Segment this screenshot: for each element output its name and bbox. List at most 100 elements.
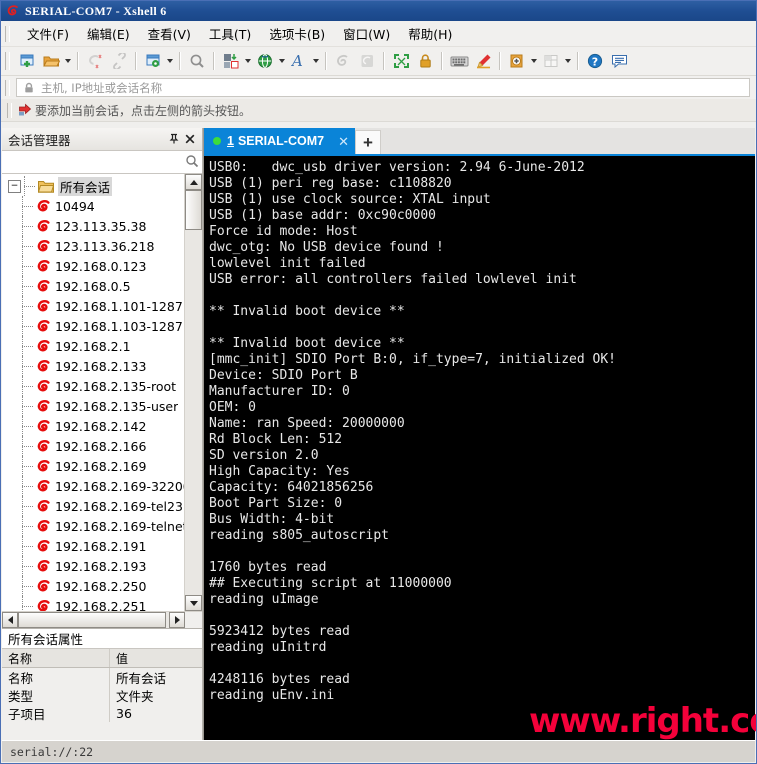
session-tree-horizontal-scrollbar[interactable] [2,611,202,628]
tree-row-session[interactable]: 192.168.2.169 [2,456,184,476]
window-title: SERIAL-COM7 - Xshell 6 [25,3,167,18]
tree-item-label: 123.113.36.218 [55,238,155,254]
font-dropdown-caret[interactable] [311,50,321,72]
terminal-line: Rd Block Len: 512 [209,432,343,447]
tab-close-icon[interactable]: ✕ [338,135,349,148]
fullscreen-icon[interactable] [390,50,412,72]
tree-row-session[interactable]: 192.168.2.250 [2,576,184,596]
tree-row-session[interactable]: 192.168.2.166 [2,436,184,456]
lock-icon[interactable] [414,50,436,72]
session-icon [36,359,51,374]
tab-serial-com7[interactable]: 1 SERIAL-COM7 ✕ [204,128,355,154]
add-session-icon[interactable] [506,50,528,72]
session-properties-dropdown-caret[interactable] [165,50,175,72]
terminal-output[interactable]: USB0: dwc_usb driver version: 2.94 6-Jun… [204,156,755,741]
menu-help[interactable]: 帮助(H) [399,20,461,47]
scroll-thumb-horizontal[interactable] [18,612,166,628]
address-bar-grip[interactable] [5,79,10,96]
copy-session-icon [356,50,378,72]
open-folder-dropdown-caret[interactable] [63,50,73,72]
find-icon[interactable] [186,50,208,72]
terminal-line: ** Invalid boot device ** [209,304,405,319]
scroll-track[interactable] [185,190,202,595]
scroll-track-horizontal[interactable] [18,612,169,628]
scroll-left-button[interactable] [2,612,18,628]
tree-item-label: 192.168.2.169-32200 [55,478,184,494]
session-search-input[interactable] [2,151,185,173]
tree-row-session[interactable]: 192.168.2.191 [2,536,184,556]
session-properties-icon[interactable] [142,50,164,72]
scroll-thumb[interactable] [185,190,202,230]
tree-item-label: 192.168.2.193 [55,558,147,574]
search-icon[interactable] [185,154,199,171]
file-transfer-icon[interactable] [220,50,242,72]
properties-title: 所有会话属性 [2,629,202,649]
scroll-right-button[interactable] [169,612,185,628]
tree-row-session[interactable]: 192.168.2.135-root [2,376,184,396]
properties-row: 名称 所有会话 [2,668,202,686]
menu-window[interactable]: 窗口(W) [334,20,399,47]
tree-row-session[interactable]: 192.168.2.169-32200 [2,476,184,496]
tree-row-session[interactable]: 192.168.0.123 [2,256,184,276]
red-arrow-icon[interactable] [18,103,32,117]
session-tree[interactable]: − 所有会话 10494 123.113.35.38 123.113.36.218 192… [2,174,184,611]
tree-row-session[interactable]: 10494 [2,196,184,216]
globe-dropdown-caret[interactable] [277,50,287,72]
tree-row-root[interactable]: − 所有会话 [2,176,184,196]
tree-row-session[interactable]: 192.168.2.135-user [2,396,184,416]
menu-grip[interactable] [5,25,10,42]
terminal-line: Force id mode: Host [209,224,358,239]
file-transfer-dropdown-caret[interactable] [243,50,253,72]
tree-expander[interactable]: − [8,179,21,193]
open-folder-icon[interactable] [40,50,62,72]
menu-edit[interactable]: 编辑(E) [78,20,139,47]
status-text: serial://:22 [10,744,94,759]
tree-row-session[interactable]: 192.168.1.101-1287 [2,296,184,316]
session-icon [36,579,51,594]
tree-row-session[interactable]: 192.168.2.251 [2,596,184,611]
tree-row-session[interactable]: 192.168.2.193 [2,556,184,576]
add-session-dropdown-caret[interactable] [529,50,539,72]
menu-view[interactable]: 查看(V) [139,20,200,47]
font-icon[interactable]: A [288,50,310,72]
menu-tools[interactable]: 工具(T) [200,20,260,47]
hint-bar-grip[interactable] [7,102,12,118]
svg-text:?: ? [591,55,597,68]
scroll-up-button[interactable] [185,174,202,190]
menu-tabs[interactable]: 选项卡(B) [260,20,334,47]
session-search-row[interactable] [2,151,202,174]
tree-item-label: 192.168.2.169-tel23 [55,498,183,514]
scroll-down-button[interactable] [185,595,202,611]
address-input[interactable]: 主机, IP地址或会话名称 [41,80,162,96]
tree-row-session[interactable]: 192.168.0.5 [2,276,184,296]
help-icon[interactable]: ? [584,50,606,72]
session-icon [36,459,51,474]
tree-row-session[interactable]: 192.168.2.1 [2,336,184,356]
pin-icon[interactable] [166,131,182,147]
address-input-wrap[interactable]: 主机, IP地址或会话名称 [16,78,750,97]
highlight-pen-icon[interactable] [472,50,494,72]
session-tree-vertical-scrollbar[interactable] [184,174,202,611]
tree-row-session[interactable]: 192.168.1.103-1287 [2,316,184,336]
globe-icon[interactable] [254,50,276,72]
session-manager-title: 会话管理器 [8,132,71,148]
properties-header-row: 名称 值 [2,649,202,668]
close-icon[interactable] [182,131,198,147]
menu-file[interactable]: 文件(F) [18,20,78,47]
tree-row-session[interactable]: 192.168.2.169-tel23 [2,496,184,516]
tree-row-session[interactable]: 192.168.2.169-telnet [2,516,184,536]
tree-row-session[interactable]: 192.168.2.142 [2,416,184,436]
tree-row-session[interactable]: 192.168.2.133 [2,356,184,376]
toolbar-grip[interactable] [5,52,10,70]
properties-row-name: 名称 [2,668,110,686]
keyboard-icon[interactable] [448,50,470,72]
tree-row-session[interactable]: 123.113.35.38 [2,216,184,236]
new-tab-button[interactable]: + [354,130,381,154]
tree-row-session[interactable]: 123.113.36.218 [2,236,184,256]
session-icon [36,559,51,574]
new-session-icon[interactable] [16,50,38,72]
feedback-icon[interactable] [608,50,630,72]
